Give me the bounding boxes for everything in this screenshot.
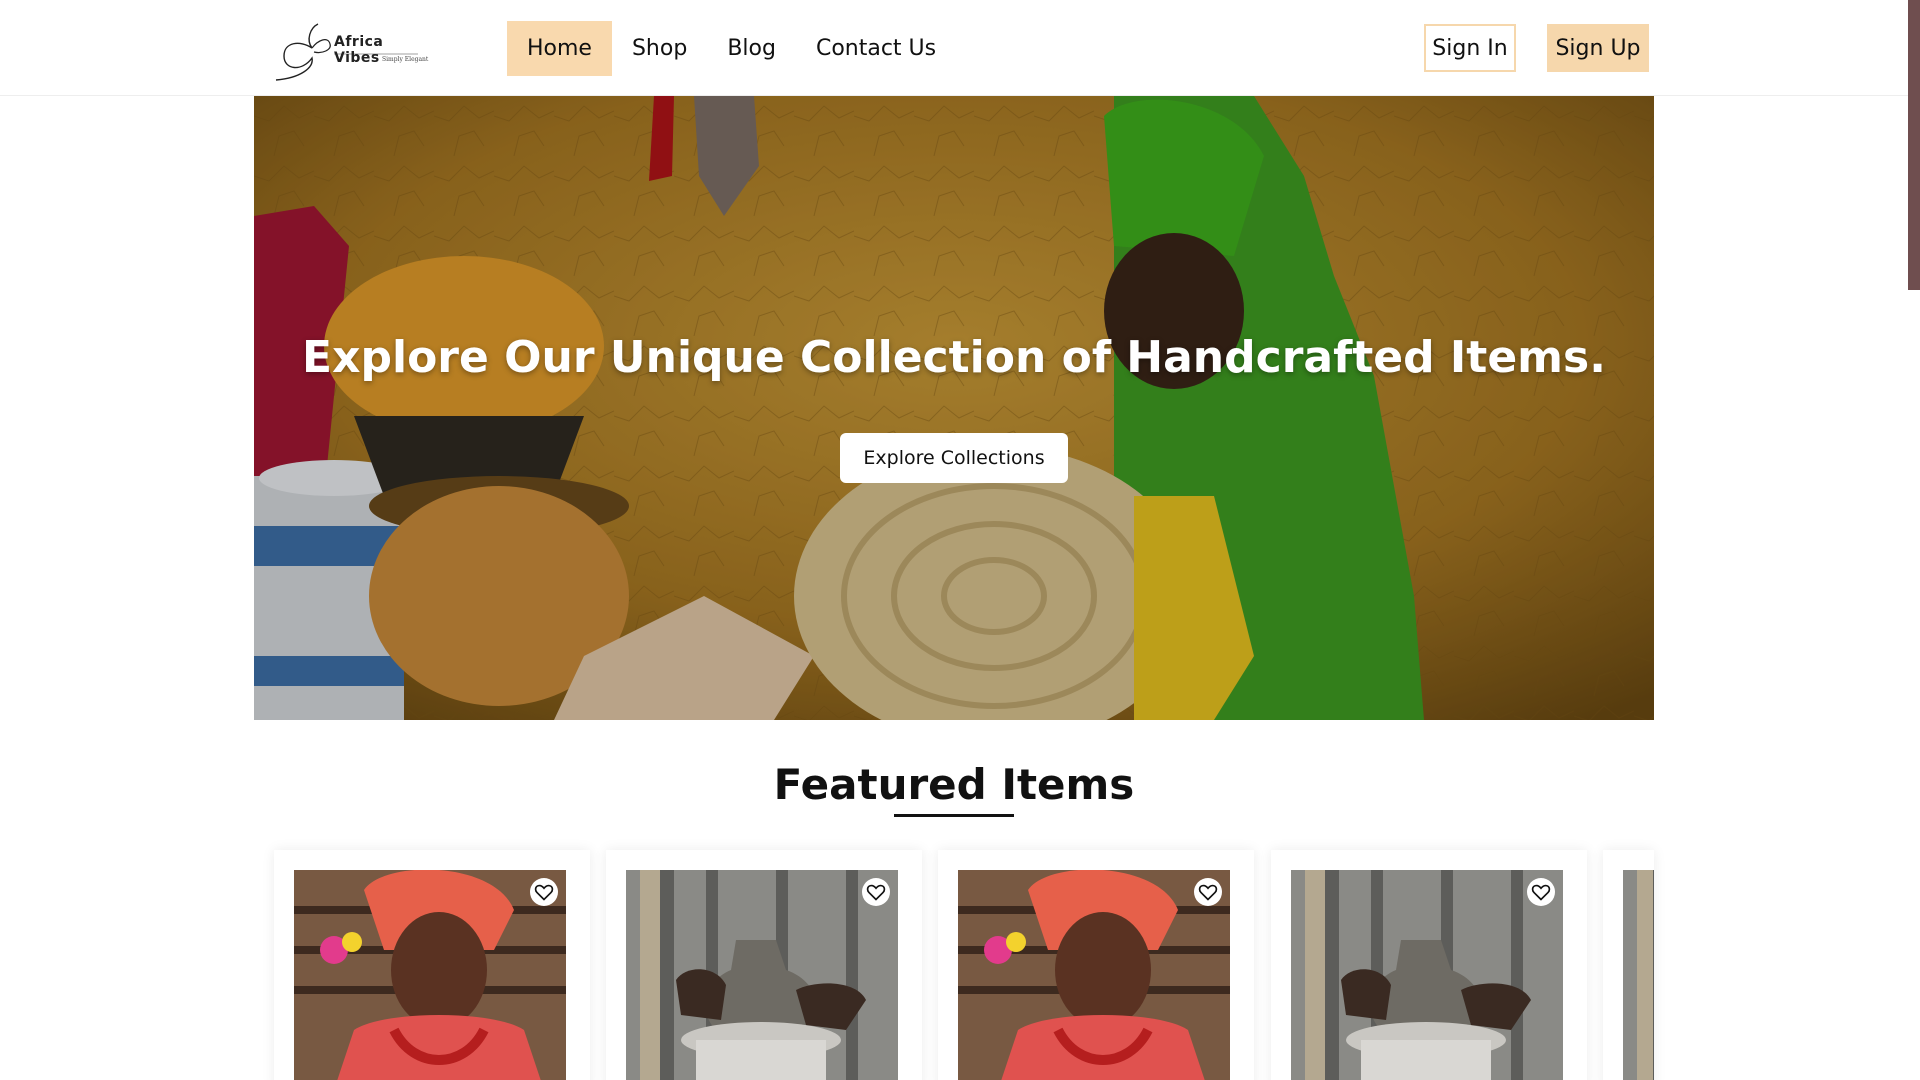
nav-home[interactable]: Home xyxy=(507,21,612,76)
nav-shop[interactable]: Shop xyxy=(612,21,707,76)
product-image[interactable] xyxy=(294,870,566,1080)
heart-outline-icon xyxy=(866,884,886,901)
product-image[interactable] xyxy=(626,870,898,1080)
favorite-button[interactable] xyxy=(530,878,558,906)
heart-outline-icon xyxy=(1531,884,1551,901)
favorite-button[interactable] xyxy=(862,878,890,906)
brand-tagline: Simply Elegant xyxy=(382,56,429,63)
nav-blog[interactable]: Blog xyxy=(707,21,796,76)
product-image[interactable] xyxy=(1291,870,1563,1080)
heart-outline-icon xyxy=(1198,884,1218,901)
product-card[interactable] xyxy=(606,850,922,1080)
brand-logo[interactable]: Africa Vibes Simply Elegant xyxy=(270,18,430,82)
top-navbar: Africa Vibes Simply Elegant Home Shop Bl… xyxy=(0,0,1920,96)
product-card[interactable] xyxy=(274,850,590,1080)
favorite-button[interactable] xyxy=(1527,878,1555,906)
product-image[interactable] xyxy=(958,870,1230,1080)
product-card[interactable] xyxy=(1603,850,1654,1080)
product-card[interactable] xyxy=(1271,850,1587,1080)
main-menu: Home Shop Blog Contact Us xyxy=(507,21,956,76)
product-card[interactable] xyxy=(938,850,1254,1080)
nav-contact-us[interactable]: Contact Us xyxy=(796,21,956,76)
favorite-button[interactable] xyxy=(1194,878,1222,906)
explore-collections-button[interactable]: Explore Collections xyxy=(840,433,1068,483)
featured-title: Featured Items xyxy=(773,760,1135,809)
page-scrollbar[interactable] xyxy=(1908,0,1920,290)
sign-up-button[interactable]: Sign Up xyxy=(1547,24,1649,72)
hero-overlay xyxy=(254,96,1654,720)
featured-title-underline xyxy=(894,814,1014,817)
product-image[interactable] xyxy=(1623,870,1654,1080)
heart-outline-icon xyxy=(534,884,554,901)
hero-banner: Explore Our Unique Collection of Handcra… xyxy=(254,96,1654,720)
sign-in-button[interactable]: Sign In xyxy=(1424,24,1516,72)
hero-title: Explore Our Unique Collection of Handcra… xyxy=(302,332,1606,383)
